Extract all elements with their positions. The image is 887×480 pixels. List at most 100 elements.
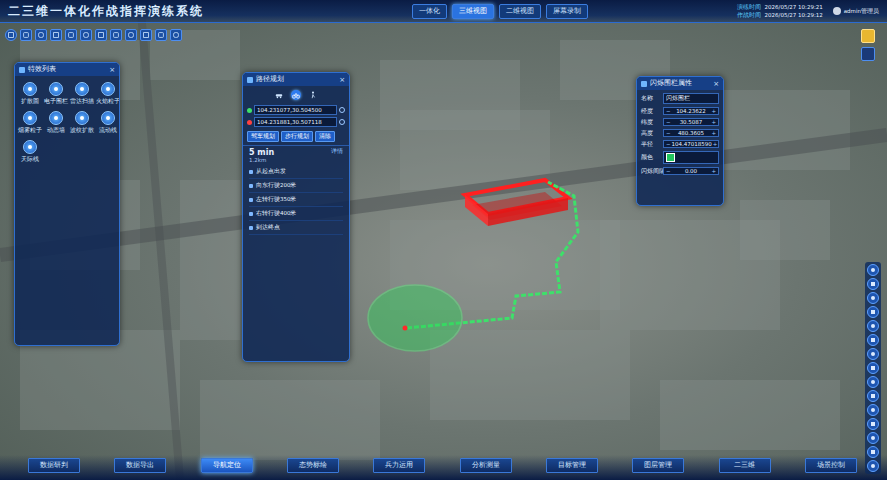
tool-icon[interactable]	[65, 29, 77, 41]
close-button[interactable]: ×	[339, 76, 345, 84]
tool-icon[interactable]	[170, 29, 182, 41]
avatar-icon	[833, 7, 841, 15]
satellite-map[interactable]	[0, 0, 887, 480]
nav-button[interactable]: 兵力运用	[373, 458, 425, 473]
map-tool-icon[interactable]	[867, 264, 879, 276]
map-tool-icon[interactable]	[867, 390, 879, 402]
car-icon[interactable]	[274, 90, 284, 100]
effect-item[interactable]: 流动线	[96, 111, 120, 134]
route-button[interactable]: 清除	[315, 131, 335, 142]
tool-icon[interactable]	[20, 29, 32, 41]
tool-icon[interactable]	[95, 29, 107, 41]
effect-item[interactable]: 天际线	[18, 140, 42, 163]
effects-panel: 特效列表 × 扩散圆 电子围栏 雷达扫描 火焰粒子 烟雾粒子 动态墙 波纹扩散 …	[14, 62, 120, 346]
nav-button[interactable]: 目标管理	[546, 458, 598, 473]
map-tool-icon[interactable]	[867, 376, 879, 388]
effect-item[interactable]: 动态墙	[44, 111, 68, 134]
route-icon	[247, 77, 253, 83]
color-picker[interactable]	[663, 151, 719, 164]
effect-item[interactable]: 波纹扩散	[70, 111, 94, 134]
map-tool-icon[interactable]	[867, 362, 879, 374]
effect-item[interactable]: 扩散圆	[18, 82, 42, 105]
user-info[interactable]: admin管理员	[833, 7, 879, 15]
map-tool-icon[interactable]	[867, 432, 879, 444]
end-input[interactable]: 104.231881,30.507118	[254, 117, 337, 127]
layers-icon[interactable]	[861, 29, 875, 43]
effect-item[interactable]: 烟雾粒子	[18, 111, 42, 134]
route-button[interactable]: 驾车规划	[247, 131, 279, 142]
map-tool-icon[interactable]	[867, 334, 879, 346]
effect-icon	[49, 111, 63, 125]
map-tool-icon[interactable]	[867, 446, 879, 458]
number-input[interactable]: − 0.00 +	[663, 167, 719, 175]
effect-item[interactable]: 火焰粒子	[96, 82, 120, 105]
nav-button[interactable]: 导航定位	[201, 458, 253, 473]
walk-icon[interactable]	[308, 90, 318, 100]
end-icon	[247, 120, 252, 125]
effect-icon	[23, 111, 37, 125]
nav-button[interactable]: 分析测量	[460, 458, 512, 473]
property-row: 名称 闪烁围栏	[641, 93, 719, 104]
nav-button[interactable]: 场景控制	[805, 458, 857, 473]
nav-button[interactable]: 二三维	[719, 458, 771, 473]
map-tool-icon[interactable]	[867, 278, 879, 290]
scan-circle[interactable]	[368, 285, 462, 351]
route-step: 从起点出发	[249, 165, 343, 179]
view-tab[interactable]: 三维视图	[452, 4, 494, 19]
bottom-nav: 数据研判 数据导出 导航定位 态势标绘 兵力运用 分析测量 目标管理 图层管理 二三维 场景控制	[0, 455, 887, 480]
time-display: 演练时间2026/05/27 10:29:21作战时间2026/05/27 10…	[737, 4, 823, 19]
map-overlay	[0, 0, 887, 480]
panel-header: 闪烁围栏属性 ×	[637, 77, 723, 90]
tool-icon[interactable]	[155, 29, 167, 41]
close-button[interactable]: ×	[713, 80, 719, 88]
nav-button[interactable]: 数据导出	[114, 458, 166, 473]
map-tool-icon[interactable]	[867, 460, 879, 472]
property-row: 纬度 − 30.5087 +	[641, 118, 719, 126]
time-row: 作战时间2026/05/27 10:29:12	[737, 12, 823, 19]
property-row: 半径 − 104.47018590 +	[641, 140, 719, 148]
route-button[interactable]: 步行规划	[281, 131, 313, 142]
effect-item[interactable]: 雷达扫描	[70, 82, 94, 105]
map-tool-icon[interactable]	[867, 292, 879, 304]
map-tool-icon[interactable]	[867, 348, 879, 360]
map-tool-icon[interactable]	[867, 404, 879, 416]
tool-icon[interactable]	[110, 29, 122, 41]
property-row: 颜色	[641, 151, 719, 164]
map-tool-icon[interactable]	[867, 306, 879, 318]
number-input[interactable]: − 480.3605 +	[663, 129, 719, 137]
map-tool-icon[interactable]	[867, 418, 879, 430]
tool-icon[interactable]	[5, 29, 17, 41]
compass-icon[interactable]	[861, 47, 875, 61]
route-step: 右转行驶400米	[249, 207, 343, 221]
close-button[interactable]: ×	[109, 66, 115, 74]
nav-button[interactable]: 数据研判	[28, 458, 80, 473]
number-input[interactable]: − 104.23622 +	[663, 107, 719, 115]
nav-button[interactable]: 态势标绘	[287, 458, 339, 473]
map-tool-icon[interactable]	[867, 320, 879, 332]
view-tab[interactable]: 一体化	[412, 4, 447, 19]
tool-icon[interactable]	[140, 29, 152, 41]
locate-icon[interactable]	[339, 119, 345, 125]
text-input[interactable]: 闪烁围栏	[663, 93, 719, 104]
tool-icon[interactable]	[125, 29, 137, 41]
number-input[interactable]: − 30.5087 +	[663, 118, 719, 126]
route-step: 向东行驶200米	[249, 179, 343, 193]
tool-icon[interactable]	[35, 29, 47, 41]
view-tabs: 一体化三维视图二维视图屏幕录制	[352, 4, 588, 19]
tool-icon[interactable]	[80, 29, 92, 41]
location-marker[interactable]	[403, 326, 408, 331]
effect-item[interactable]: 电子围栏	[44, 82, 68, 105]
fence-panel: 闪烁围栏属性 × 名称 闪烁围栏经度 − 104.23622 +纬度 − 30.…	[636, 76, 724, 206]
view-tab[interactable]: 二维视图	[499, 4, 541, 19]
start-input[interactable]: 104.231077,30.504500	[254, 105, 337, 115]
nav-button[interactable]: 图层管理	[632, 458, 684, 473]
property-row: 高度 − 480.3605 +	[641, 129, 719, 137]
locate-icon[interactable]	[339, 107, 345, 113]
bike-icon[interactable]	[291, 90, 301, 100]
fence-shape[interactable]	[465, 180, 568, 226]
step-icon	[249, 212, 253, 216]
number-input[interactable]: − 104.47018590 +	[663, 140, 719, 148]
detail-link[interactable]: 详情	[331, 148, 343, 155]
view-tab[interactable]: 屏幕录制	[546, 4, 588, 19]
tool-icon[interactable]	[50, 29, 62, 41]
